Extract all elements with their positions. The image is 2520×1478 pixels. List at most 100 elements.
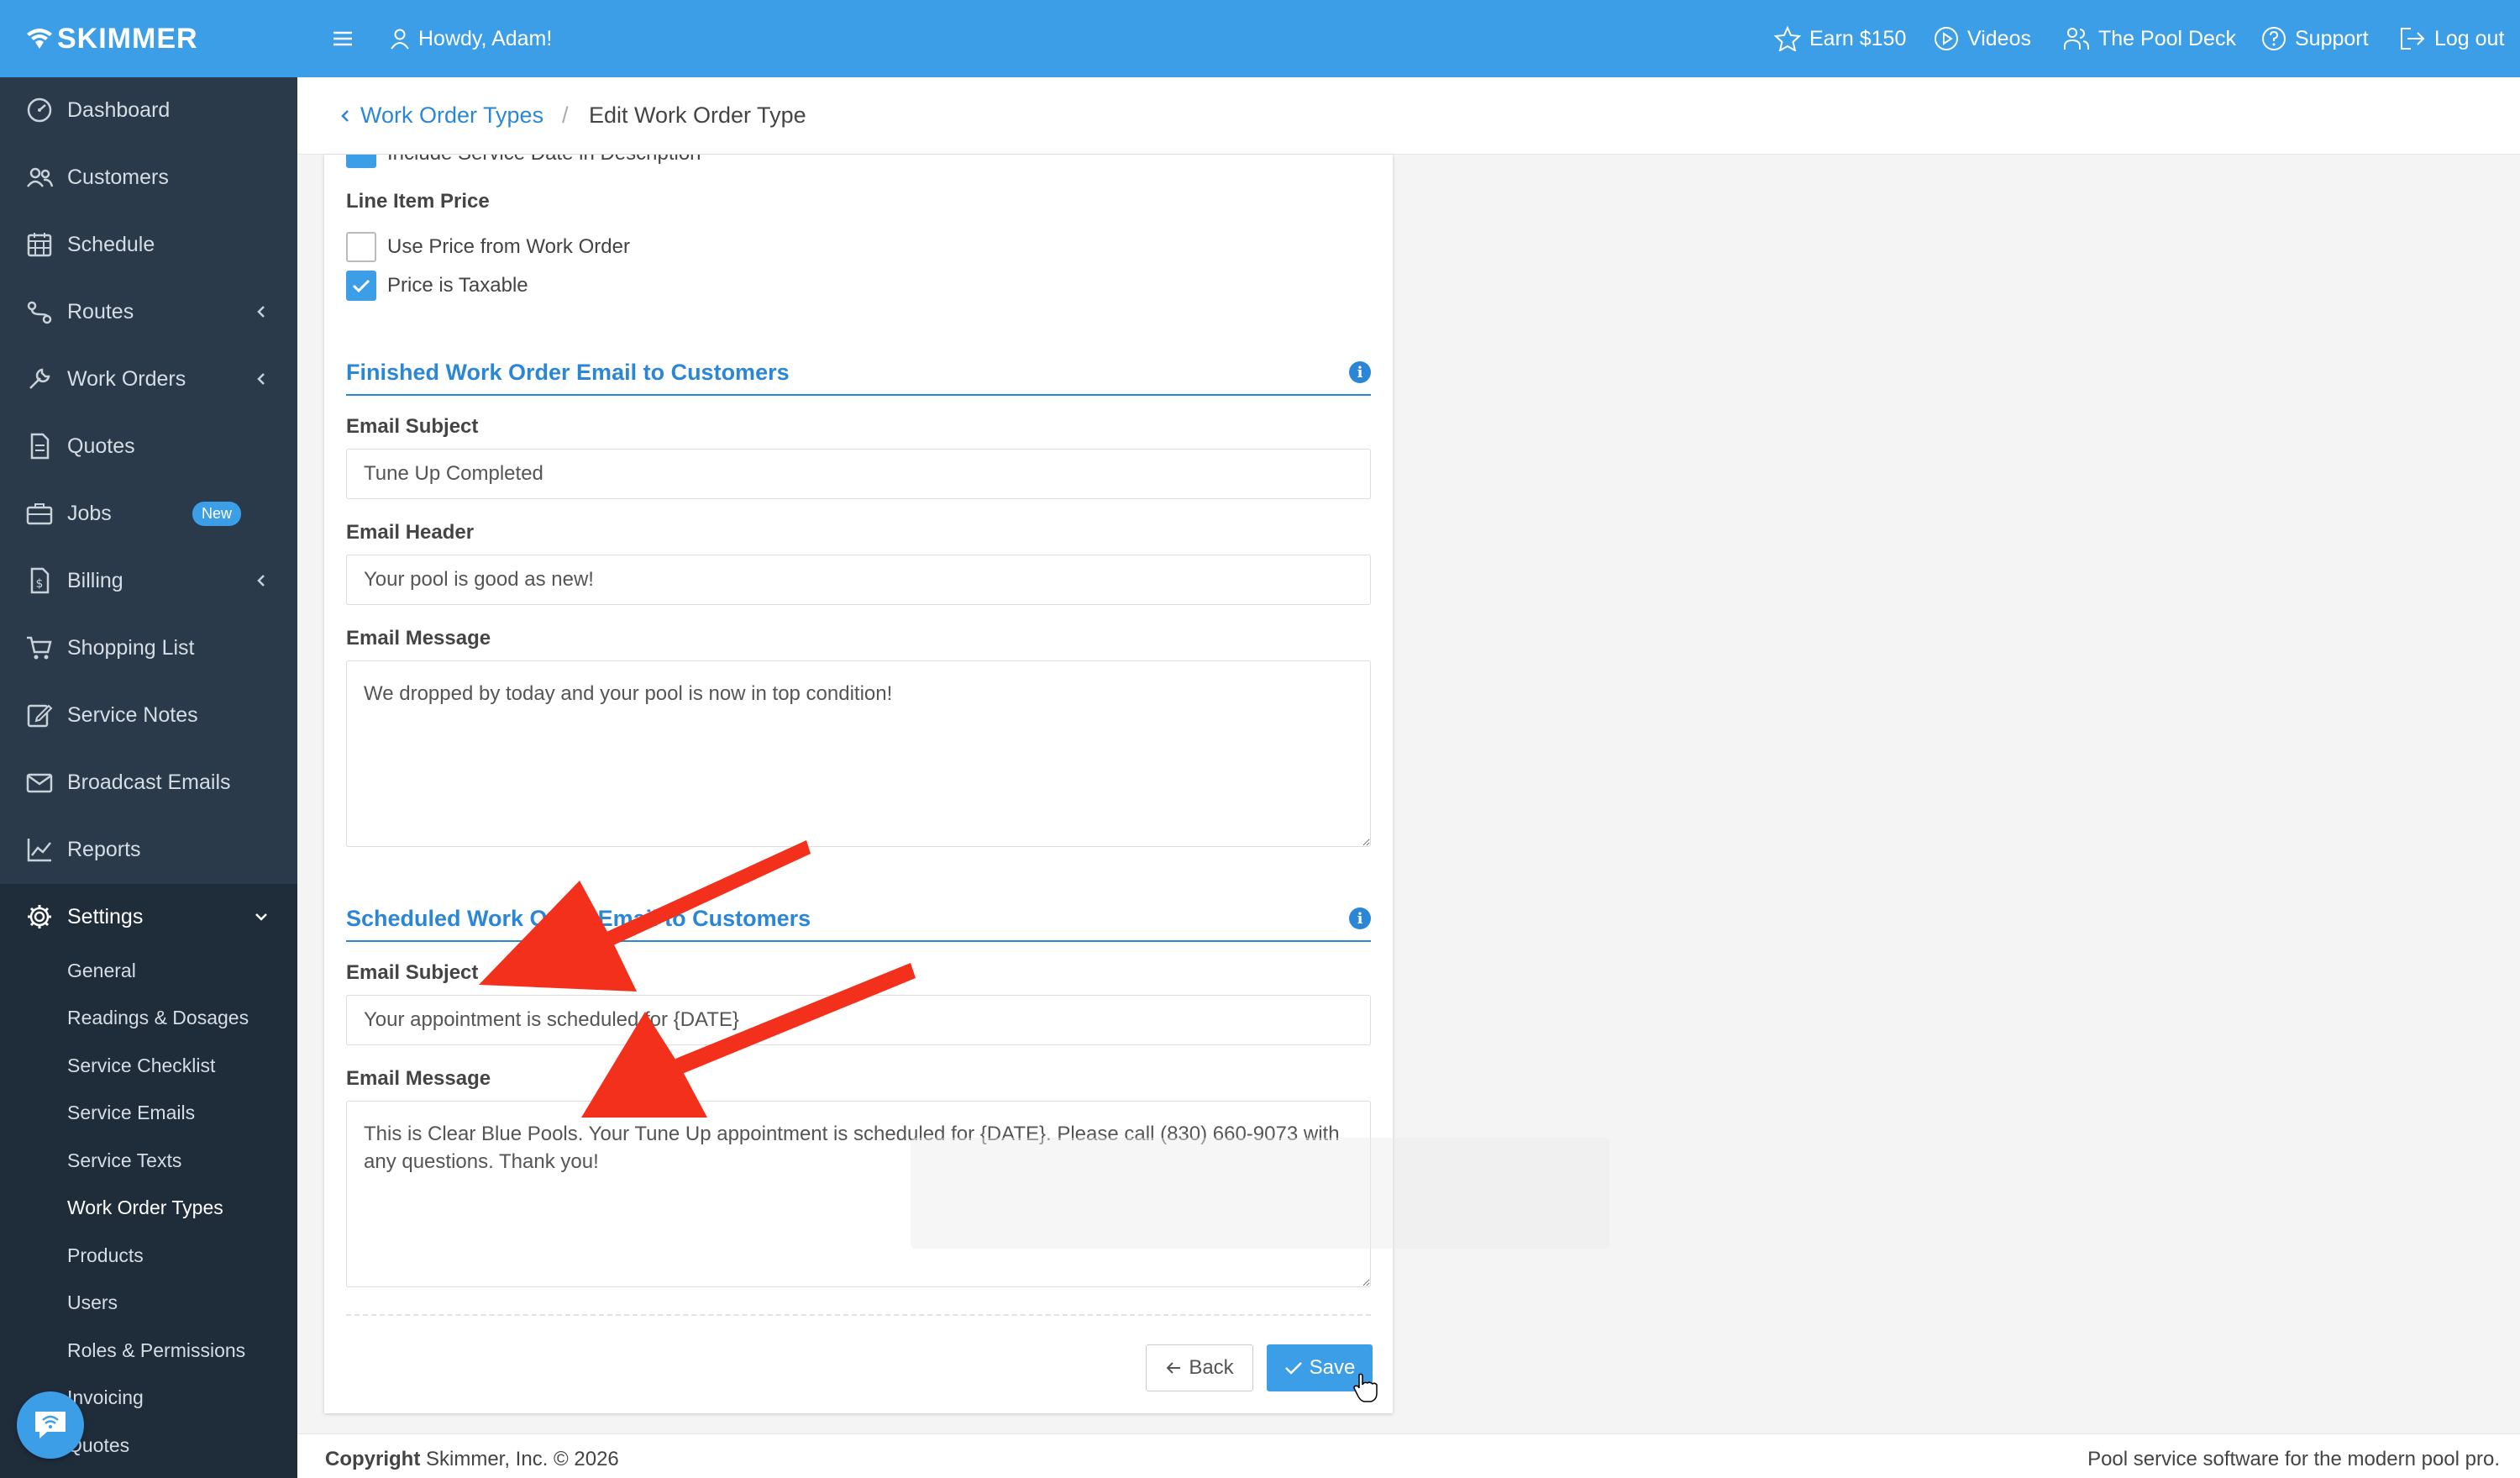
info-icon[interactable]: i xyxy=(1349,361,1371,383)
submenu-item-invoicing[interactable]: Invoicing xyxy=(67,1386,144,1409)
submenu-item-service-texts[interactable]: Service Texts xyxy=(67,1149,181,1172)
logout-icon xyxy=(2401,28,2425,50)
save-button[interactable]: Save xyxy=(1267,1344,1373,1391)
hamburger-menu-button[interactable] xyxy=(333,0,361,77)
finished-email-section-title: Finished Work Order Email to Customers xyxy=(346,360,790,385)
video-player-overlay xyxy=(911,1138,1609,1249)
finished-subject-label: Email Subject xyxy=(346,415,479,438)
arrow-left-icon xyxy=(1166,1362,1181,1374)
sidebar-item-label: Quotes xyxy=(67,434,135,458)
new-badge: New xyxy=(192,501,242,526)
logout-link[interactable]: Log out xyxy=(2399,0,2504,77)
sidebar-item-label: Billing xyxy=(67,568,123,592)
sidebar-item-dashboard[interactable]: Dashboard xyxy=(0,77,297,143)
back-label: Back xyxy=(1189,1356,1234,1379)
user-icon xyxy=(391,29,409,50)
form-footer-divider xyxy=(346,1314,1371,1316)
check-icon xyxy=(1284,1362,1302,1375)
sidebar-item-label: Schedule xyxy=(67,232,155,256)
finished-message-label: Email Message xyxy=(346,627,491,650)
greeting-text: Howdy, Adam! xyxy=(418,26,553,50)
sidebar-item-customers[interactable]: Customers xyxy=(0,145,297,210)
invoice-icon: $ xyxy=(30,567,50,594)
app-logo[interactable]: SKIMMER xyxy=(0,0,297,77)
sidebar-item-service-notes[interactable]: Service Notes xyxy=(0,682,297,748)
chat-support-button[interactable] xyxy=(17,1391,84,1459)
earn-label: Earn $150 xyxy=(1809,26,1907,50)
submenu-item-products[interactable]: Products xyxy=(67,1244,144,1267)
include-service-date-checkbox[interactable] xyxy=(346,155,376,168)
copyright-bold: Copyright xyxy=(325,1448,421,1470)
sidebar-item-work-orders[interactable]: Work Orders xyxy=(0,346,297,412)
chart-line-icon xyxy=(27,839,51,862)
sidebar-item-label: Reports xyxy=(67,837,141,861)
footer: Copyright Skimmer, Inc. © 2026 Pool serv… xyxy=(297,1433,2520,1478)
help-circle-icon xyxy=(2262,27,2286,50)
scheduled-subject-label: Email Subject xyxy=(346,961,479,984)
partial-checkbox-row: Include Service Date in Description xyxy=(324,155,1393,170)
sidebar-item-routes[interactable]: Routes xyxy=(0,279,297,345)
sidebar-item-shopping-list[interactable]: Shopping List xyxy=(0,615,297,681)
calendar-icon xyxy=(27,233,52,257)
submenu-item-service-emails[interactable]: Service Emails xyxy=(67,1102,195,1124)
copyright-text: Skimmer, Inc. © 2026 xyxy=(420,1448,619,1470)
use-price-checkbox[interactable] xyxy=(346,232,376,262)
submenu-item-readings-dosages[interactable]: Readings & Dosages xyxy=(67,1007,249,1029)
price-taxable-checkbox[interactable] xyxy=(346,271,376,301)
hamburger-icon xyxy=(333,31,352,46)
sidebar-item-label: Customers xyxy=(67,165,169,189)
sidebar-item-label: Service Notes xyxy=(67,702,198,727)
videos-link[interactable]: Videos xyxy=(1934,0,2031,77)
sidebar-item-quotes[interactable]: Quotes xyxy=(0,413,297,479)
info-icon[interactable]: i xyxy=(1349,907,1371,929)
save-label: Save xyxy=(1309,1356,1356,1379)
finished-email-subject-input[interactable] xyxy=(346,449,1371,499)
support-link[interactable]: Support xyxy=(2261,0,2369,77)
section-divider xyxy=(346,940,1371,942)
earn-link[interactable]: Earn $150 xyxy=(1774,0,1906,77)
sidebar-item-label: Routes xyxy=(67,299,134,323)
sidebar-item-schedule[interactable]: Schedule xyxy=(0,212,297,277)
users-icon xyxy=(27,167,54,187)
sidebar-item-reports[interactable]: Reports xyxy=(0,817,297,882)
submenu-item-service-checklist[interactable]: Service Checklist xyxy=(67,1055,215,1077)
sidebar-item-jobs[interactable]: Jobs New xyxy=(0,481,297,546)
sidebar-item-billing[interactable]: $ Billing xyxy=(0,548,297,613)
submenu-item-general[interactable]: General xyxy=(67,960,136,982)
line-item-price-label: Line Item Price xyxy=(346,190,490,213)
wifi-logo-icon xyxy=(27,29,52,49)
edit-note-icon xyxy=(27,704,53,728)
submenu-item-roles-permissions[interactable]: Roles & Permissions xyxy=(67,1339,245,1362)
copyright: Copyright Skimmer, Inc. © 2026 xyxy=(325,1448,619,1471)
breadcrumb-parent-link[interactable]: Work Order Types xyxy=(360,103,543,129)
price-taxable-label: Price is Taxable xyxy=(387,274,528,297)
pool-deck-link[interactable]: The Pool Deck xyxy=(2063,0,2236,77)
cart-icon xyxy=(27,636,52,660)
scheduled-email-subject-input[interactable] xyxy=(346,995,1371,1045)
logout-label: Log out xyxy=(2434,26,2505,50)
chevron-left-icon xyxy=(257,373,265,385)
logo-text: SKIMMER xyxy=(57,22,198,55)
sidebar-item-label: Broadcast Emails xyxy=(67,770,231,794)
svg-text:$: $ xyxy=(36,577,44,591)
use-price-label: Use Price from Work Order xyxy=(387,235,630,258)
sidebar-item-label: Jobs xyxy=(67,501,112,525)
finished-email-message-textarea[interactable]: We dropped by today and your pool is now… xyxy=(346,660,1371,847)
check-icon xyxy=(352,279,370,293)
chevron-left-icon xyxy=(257,306,265,318)
dashboard-icon xyxy=(27,97,52,123)
play-circle-icon xyxy=(1935,27,1958,50)
back-button[interactable]: Back xyxy=(1146,1344,1253,1391)
finished-header-label: Email Header xyxy=(346,521,475,544)
include-service-date-label: Include Service Date in Description xyxy=(387,155,701,166)
sidebar-item-broadcast-emails[interactable]: Broadcast Emails xyxy=(0,750,297,815)
breadcrumb-current: Edit Work Order Type xyxy=(589,103,806,128)
submenu-item-work-order-types[interactable]: Work Order Types xyxy=(67,1197,223,1219)
submenu-item-users[interactable]: Users xyxy=(67,1291,118,1314)
chevron-left-icon[interactable] xyxy=(339,108,351,124)
user-greeting[interactable]: Howdy, Adam! xyxy=(390,0,552,77)
finished-email-header-input[interactable] xyxy=(346,555,1371,605)
chat-icon xyxy=(35,1412,66,1439)
sidebar: SKIMMER Dashboard Customers Schedule Rou… xyxy=(0,0,297,1478)
sidebar-item-settings[interactable]: Settings xyxy=(0,884,297,949)
